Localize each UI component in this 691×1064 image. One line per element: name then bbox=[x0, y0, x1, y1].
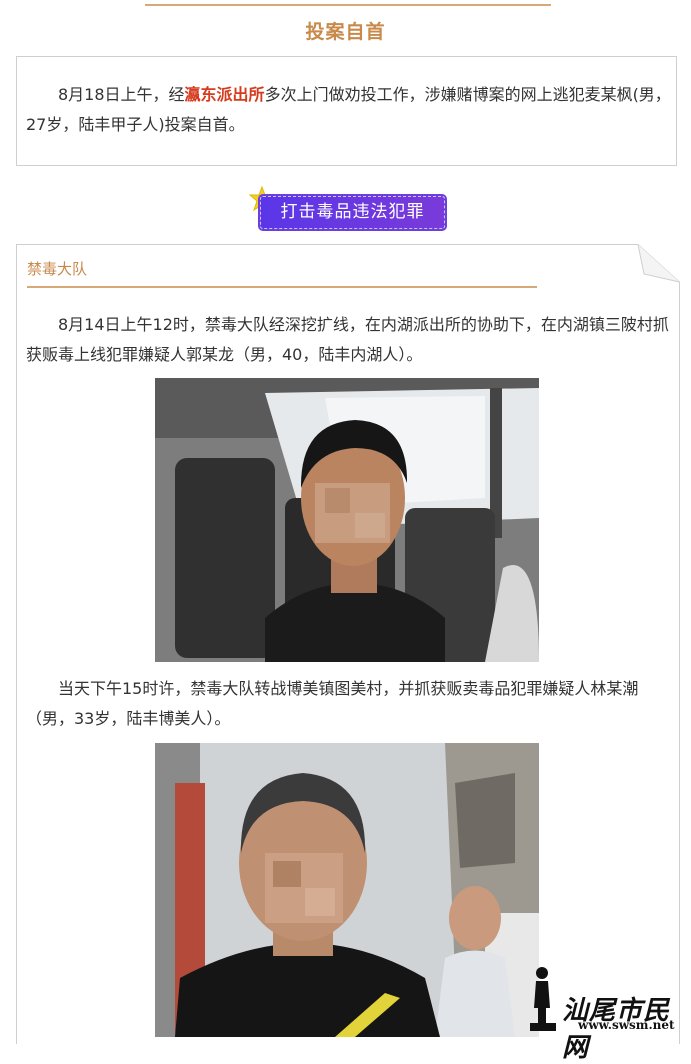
section-banner-drugs: 打击毒品违法犯罪 bbox=[260, 196, 445, 229]
suspect-photo-1 bbox=[155, 378, 539, 662]
para-text-before: 8月18日上午，经 bbox=[58, 85, 185, 104]
watermark-url: www.swsm.net bbox=[578, 1018, 675, 1032]
suspect-photo-2 bbox=[155, 743, 539, 1037]
surrender-paragraph: 8月18日上午，经瀛东派出所多次上门做劝投工作，涉嫌赌博案的网上逃犯麦某枫(男，… bbox=[26, 80, 671, 140]
card-title-rule bbox=[27, 286, 537, 288]
card-paragraph-1: 8月14日上午12时，禁毒大队经深挖扩线，在内湖派出所的协助下，在内湖镇三陂村抓… bbox=[26, 315, 669, 364]
section-title-surrender: 投案自首 bbox=[305, 21, 386, 43]
card-paragraph-2: 当天下午15时许，禁毒大队转战博美镇图美村，并抓获贩卖毒品犯罪嫌疑人林某潮（男，… bbox=[26, 679, 639, 728]
police-station-highlight: 瀛东派出所 bbox=[184, 85, 265, 104]
top-divider bbox=[145, 4, 551, 6]
card-title: 禁毒大队 bbox=[27, 260, 88, 278]
